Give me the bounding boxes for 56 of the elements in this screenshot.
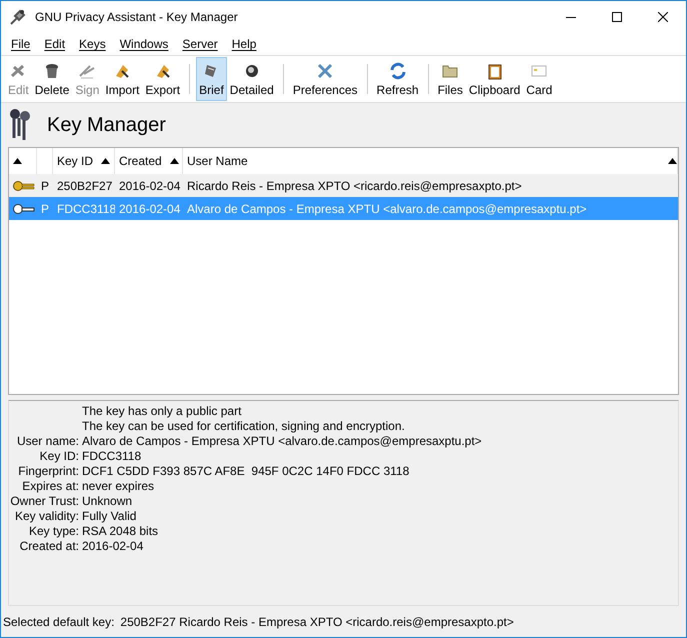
table-cell: Alvaro de Campos - Empresa XPTU <alvaro.de.campos@empresaxptu.pt> — [183, 197, 678, 220]
detail-label: Key validity: — [14, 509, 79, 524]
window-title: GNU Privacy Assistant - Key Manager — [35, 10, 239, 24]
detail-label: Key ID: — [38, 449, 79, 464]
detail-value: never expires — [82, 479, 156, 494]
menu-item[interactable]: Windows — [112, 37, 176, 51]
toolbar-button[interactable]: Brief — [196, 57, 227, 101]
sort-arrow-icon — [13, 158, 22, 164]
detail-label: Created at: — [18, 539, 79, 554]
detail-value: Alvaro de Campos - Empresa XPTU <alvaro.de.campos@empresaxptu.pt> — [82, 434, 482, 449]
refresh-icon — [388, 62, 407, 80]
toolbar-button[interactable]: Detailed — [226, 57, 277, 101]
status-label: Selected default key: — [3, 614, 114, 628]
detail-value: RSA 2048 bits — [82, 524, 160, 539]
table-cell: P — [37, 197, 53, 220]
menu-item[interactable]: Keys — [72, 37, 113, 51]
table-cell: FDCC3118 — [53, 197, 115, 220]
detail-value: DCF1 C5DD F393 857C AF8E 945F 0C2C 14F0 FDCC 3118 — [82, 464, 410, 479]
maximize-icon — [612, 12, 622, 22]
detail-label: Owner Trust: — [9, 494, 79, 509]
menu-item[interactable]: Edit — [37, 37, 72, 51]
detail-label: Fingerprint: — [17, 464, 79, 479]
detail-value: Fully Valid — [82, 509, 138, 524]
toolbar-button[interactable]: Clipboard — [466, 57, 524, 101]
detail-value: Unknown — [82, 494, 134, 509]
detail-label: User name: — [16, 434, 79, 449]
heading: Key Manager — [47, 114, 166, 136]
table-cell: 250B2F27 — [53, 174, 115, 197]
close-icon — [658, 12, 668, 22]
detail-label: Expires at: — [21, 479, 79, 494]
table-cell: 2016-02-04 — [115, 197, 183, 220]
table-cell: P — [37, 174, 53, 197]
toolbar-button[interactable]: Export — [142, 57, 184, 101]
table-cell: 2016-02-04 — [115, 174, 183, 197]
detail-label: Key type: — [28, 524, 79, 539]
detail-note: The key can be used for certification, signing and encryption. — [82, 419, 406, 434]
toolbar-button[interactable]: Refresh — [374, 57, 422, 101]
sort-arrow-icon — [170, 158, 179, 164]
menu-item[interactable]: Server — [175, 37, 225, 51]
toolbar-button[interactable]: Files — [434, 57, 466, 101]
settings-icon — [316, 62, 334, 80]
toolbar-button[interactable]: Delete — [32, 57, 72, 101]
toolbar-button[interactable]: Preferences — [290, 57, 361, 101]
status-text: 250B2F27 Ricardo Reis - Empresa XPTO <ricardo.reis@empresaxpto.pt> — [120, 614, 514, 628]
detail-value: 2016-02-04 — [82, 539, 144, 554]
detail-value: FDCC3118 — [82, 449, 142, 464]
detail-note: The key has only a public part — [82, 404, 242, 419]
menu-item[interactable]: Help — [224, 37, 264, 51]
table-cell: Ricardo Reis - Empresa XPTO <ricardo.reis@empresaxpto.pt> — [183, 174, 678, 197]
menu-item[interactable]: File — [4, 37, 38, 51]
toolbar-button[interactable]: Card — [523, 57, 556, 101]
sort-arrow-icon — [101, 158, 110, 164]
toolbar-button[interactable]: Import — [102, 57, 142, 101]
sort-arrow-icon — [668, 158, 677, 164]
app-icon — [9, 8, 27, 26]
clipboard-icon — [486, 62, 504, 80]
